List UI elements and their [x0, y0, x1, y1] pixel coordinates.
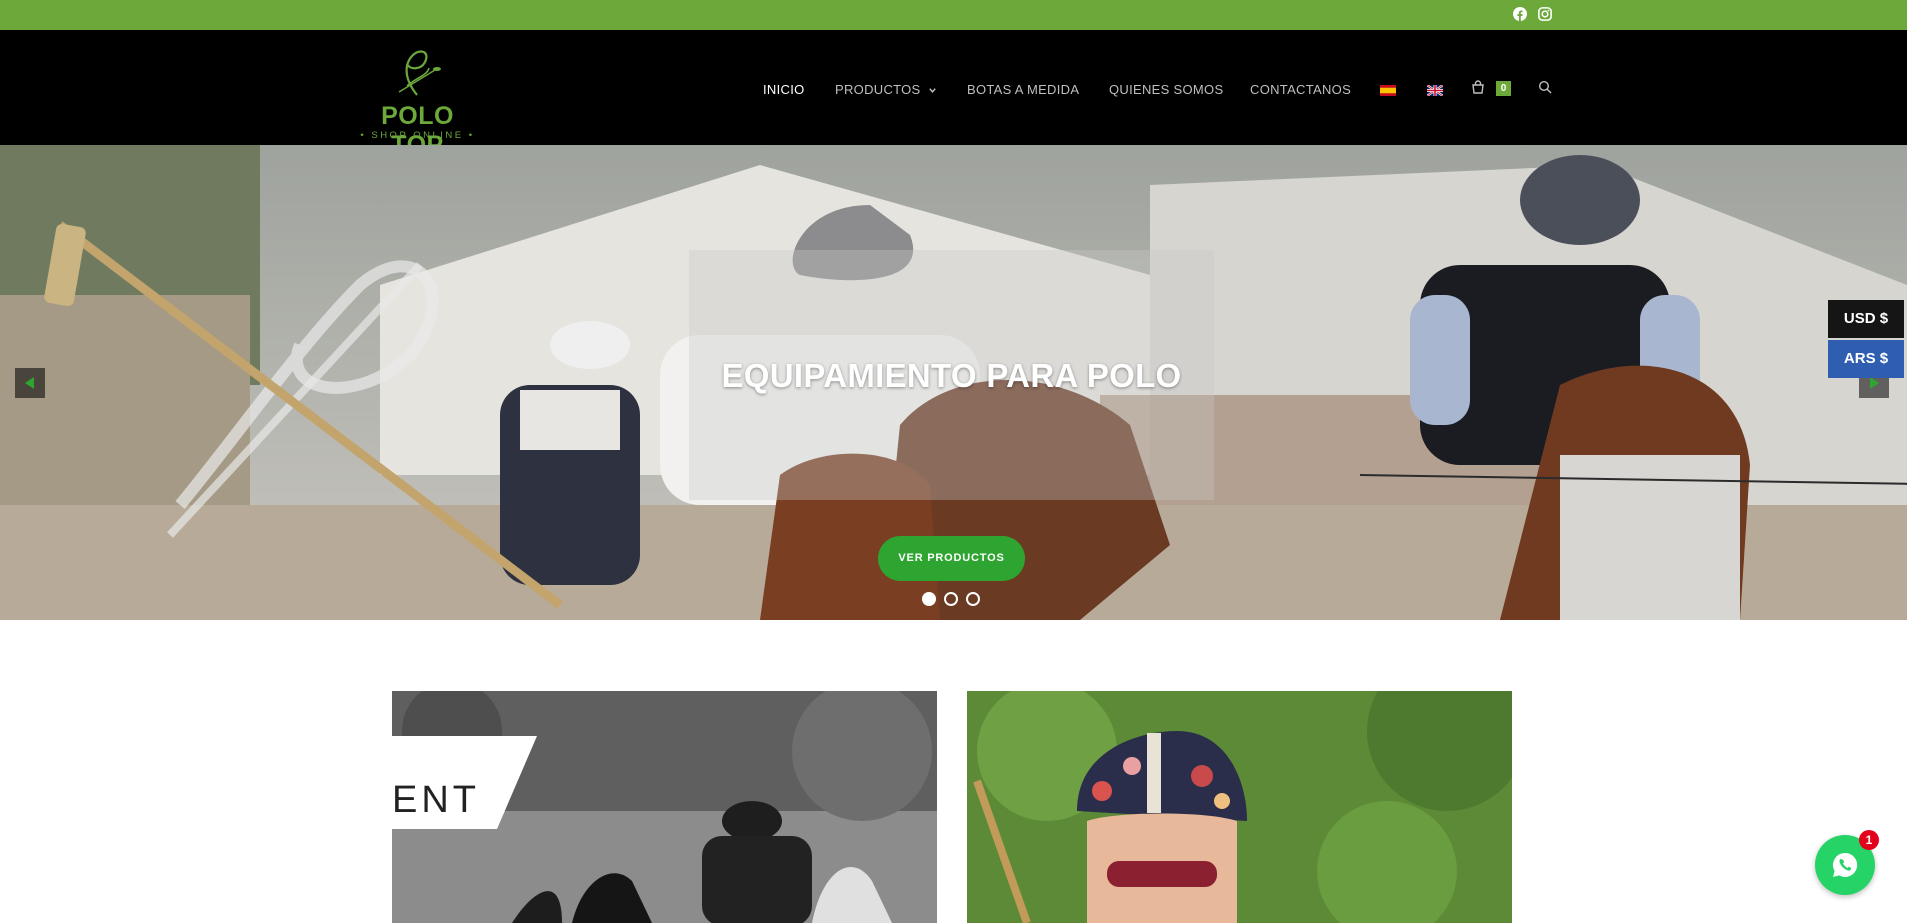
product-card-left[interactable]: ) ENT	[392, 691, 937, 923]
polo-top-logo[interactable]: POLO TOP • SHOP ONLINE •	[355, 40, 485, 159]
cart-count-badge: 0	[1496, 81, 1511, 96]
currency-usd-button[interactable]: USD $	[1828, 300, 1904, 338]
instagram-icon[interactable]	[1537, 6, 1553, 22]
arrow-right-icon	[1870, 377, 1879, 389]
slider-dot-1[interactable]	[922, 592, 936, 606]
uk-flag-icon[interactable]	[1426, 83, 1444, 97]
nav-item-quienes-somos[interactable]: QUIENES SOMOS	[1109, 82, 1223, 97]
facebook-icon[interactable]	[1512, 6, 1528, 22]
slider-dot-3[interactable]	[966, 592, 980, 606]
nav-item-botas-a-medida[interactable]: BOTAS A MEDIDA	[967, 82, 1079, 97]
top-bar	[0, 0, 1907, 30]
whatsapp-icon	[1832, 852, 1858, 877]
chevron-down-icon	[929, 88, 937, 94]
nav-item-inicio[interactable]: INICIO	[763, 82, 805, 97]
site-header: POLO TOP • SHOP ONLINE • INICIO PRODUCTO…	[0, 30, 1907, 159]
player-helmet-image	[967, 691, 1512, 923]
hero-title: EQUIPAMIENTO PARA POLO	[721, 357, 1182, 394]
ver-productos-button[interactable]: VER PRODUCTOS	[878, 536, 1025, 581]
logo-subtitle: • SHOP ONLINE •	[360, 130, 475, 141]
hero-slider: EQUIPAMIENTO PARA POLO VER PRODUCTOS	[0, 145, 1907, 620]
card-banner-text-bottom: ENT	[392, 779, 480, 821]
nav-item-productos-label: PRODUCTOS	[835, 82, 921, 97]
product-card-right[interactable]	[967, 691, 1512, 923]
arrow-left-icon	[25, 377, 34, 389]
slider-dot-2[interactable]	[944, 592, 958, 606]
slider-dots	[922, 592, 980, 606]
search-icon[interactable]	[1538, 80, 1552, 94]
currency-ars-button[interactable]: ARS $	[1828, 340, 1904, 378]
nav-item-productos[interactable]: PRODUCTOS	[835, 82, 937, 97]
nav-item-contactanos[interactable]: CONTACTANOS	[1250, 82, 1351, 97]
slider-prev-button[interactable]	[15, 368, 45, 398]
es-flag-icon[interactable]	[1380, 83, 1396, 96]
whatsapp-badge: 1	[1859, 830, 1879, 850]
card-banner-text-top: )	[392, 739, 395, 784]
